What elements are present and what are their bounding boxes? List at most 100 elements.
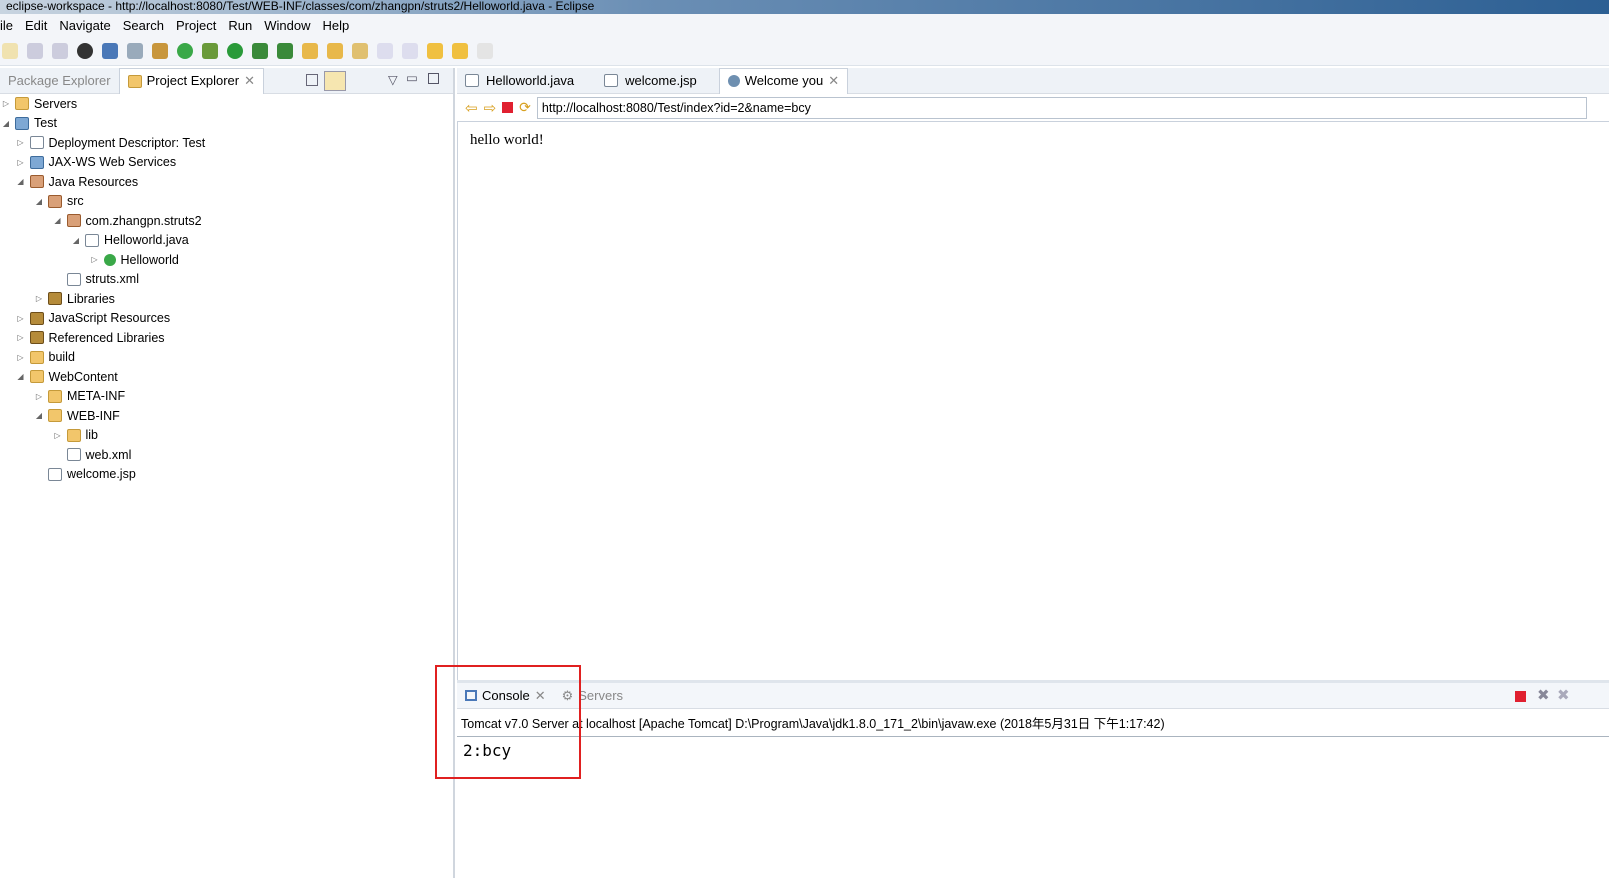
prev-annotation-icon[interactable] bbox=[402, 42, 418, 59]
tree-item-label: com.zhangpn.struts2 bbox=[85, 213, 202, 228]
menu-bar: ile Edit Navigate Search Project Run Win… bbox=[0, 14, 1609, 36]
tab-welcome-jsp[interactable]: welcome.jsp bbox=[596, 68, 705, 94]
menu-help[interactable]: Help bbox=[317, 18, 356, 33]
run-server-icon[interactable] bbox=[252, 42, 268, 59]
search-pen-icon[interactable] bbox=[352, 42, 368, 59]
back-icon[interactable] bbox=[452, 42, 468, 59]
folder-icon bbox=[48, 409, 62, 423]
expand-toggle-icon[interactable]: ▷ bbox=[15, 314, 27, 323]
tree-item[interactable]: ◢ WEB-INF bbox=[0, 406, 453, 426]
url-input[interactable] bbox=[536, 96, 1587, 119]
menu-file[interactable]: ile bbox=[0, 18, 19, 33]
tree-item[interactable]: ▷ build bbox=[0, 348, 453, 368]
tree-item-label: Servers bbox=[34, 96, 78, 111]
link-editor-icon[interactable] bbox=[324, 71, 346, 91]
tree-item-label: Libraries bbox=[67, 291, 115, 306]
expand-toggle-icon[interactable]: ◢ bbox=[0, 119, 12, 128]
lib-icon bbox=[48, 292, 62, 306]
expand-toggle-icon[interactable]: ▷ bbox=[15, 138, 27, 147]
tree-item[interactable]: ▷ Libraries bbox=[0, 289, 453, 309]
profile-icon[interactable] bbox=[77, 42, 93, 59]
tree-item[interactable]: ◢ com.zhangpn.struts2 bbox=[0, 211, 453, 231]
expand-toggle-icon[interactable]: ▷ bbox=[15, 333, 27, 342]
tree-item[interactable]: web.xml bbox=[0, 445, 453, 465]
tree-item[interactable]: ◢ Helloworld.java bbox=[0, 231, 453, 251]
project-tree: ▷ Servers ◢ Test ▷ Deployment Descriptor: Tes… bbox=[0, 94, 453, 484]
expand-toggle-icon[interactable]: ◢ bbox=[70, 236, 82, 245]
remove-launch-icon[interactable]: ✖ bbox=[1537, 686, 1550, 704]
refresh-icon[interactable]: ⟳ bbox=[519, 99, 531, 116]
tree-item[interactable]: ▷ Helloworld bbox=[0, 250, 453, 270]
terminate-icon[interactable] bbox=[1515, 691, 1526, 702]
stop-server-icon[interactable] bbox=[277, 42, 293, 59]
tree-item[interactable]: ◢ src bbox=[0, 192, 453, 212]
refresh-icon[interactable] bbox=[177, 42, 193, 59]
package-icon[interactable] bbox=[152, 42, 168, 59]
tree-item[interactable]: ◢ Test bbox=[0, 114, 453, 134]
run-icon[interactable] bbox=[227, 42, 243, 59]
forward-icon[interactable]: ⇨ bbox=[484, 99, 497, 117]
tab-package-explorer[interactable]: Package Explorer bbox=[0, 68, 119, 94]
tree-item[interactable]: struts.xml bbox=[0, 270, 453, 290]
forward-icon[interactable] bbox=[477, 42, 493, 59]
tab-project-explorer[interactable]: Project Explorer ✕ bbox=[118, 67, 265, 94]
tab-welcome-you[interactable]: Welcome you ✕ bbox=[718, 67, 849, 94]
next-annotation-icon[interactable] bbox=[377, 42, 393, 59]
tree-item[interactable]: ▷ JavaScript Resources bbox=[0, 309, 453, 329]
menu-navigate[interactable]: Navigate bbox=[53, 18, 116, 33]
expand-toggle-icon[interactable]: ◢ bbox=[15, 372, 27, 381]
file-icon bbox=[48, 467, 62, 481]
stop-icon[interactable] bbox=[502, 102, 514, 113]
skip-breakpoints-icon[interactable] bbox=[127, 42, 143, 59]
expand-toggle-icon[interactable]: ◢ bbox=[52, 216, 64, 225]
debug-icon[interactable] bbox=[202, 42, 218, 59]
last-edit-icon[interactable] bbox=[427, 42, 443, 59]
tree-item-label: META-INF bbox=[67, 389, 126, 404]
expand-toggle-icon[interactable]: ◢ bbox=[33, 411, 45, 420]
tree-item[interactable]: ▷ Servers bbox=[0, 94, 453, 114]
close-icon[interactable]: ✕ bbox=[828, 68, 839, 94]
menu-window[interactable]: Window bbox=[258, 18, 316, 33]
view-menu-icon[interactable]: ▽ bbox=[388, 72, 398, 87]
expand-toggle-icon[interactable]: ◢ bbox=[15, 177, 27, 186]
console-icon[interactable] bbox=[102, 42, 118, 59]
tree-item[interactable]: welcome.jsp bbox=[0, 465, 453, 485]
tree-item-label: WebContent bbox=[48, 369, 118, 384]
console-process-label: Tomcat v7.0 Server at localhost [Apache … bbox=[457, 709, 1609, 737]
back-icon[interactable]: ⇦ bbox=[465, 99, 478, 117]
tree-item[interactable]: ▷ META-INF bbox=[0, 387, 453, 407]
expand-toggle-icon[interactable]: ▷ bbox=[15, 353, 27, 362]
tree-item[interactable]: ▷ lib bbox=[0, 426, 453, 446]
minimize-icon[interactable]: ▭ bbox=[406, 70, 418, 85]
expand-toggle-icon[interactable]: ▷ bbox=[15, 158, 27, 167]
tree-item[interactable]: ◢ Java Resources bbox=[0, 172, 453, 192]
tree-item[interactable]: ▷ JAX-WS Web Services bbox=[0, 153, 453, 173]
tree-item[interactable]: ▷ Deployment Descriptor: Test bbox=[0, 133, 453, 153]
console-output[interactable]: 2:bcy bbox=[457, 737, 1609, 764]
tab-label: Helloworld.java bbox=[486, 72, 575, 88]
expand-toggle-icon[interactable]: ▷ bbox=[33, 294, 45, 303]
expand-toggle-icon[interactable]: ◢ bbox=[33, 197, 45, 206]
expand-toggle-icon[interactable]: ▷ bbox=[52, 431, 64, 440]
expand-toggle-icon[interactable]: ▷ bbox=[89, 255, 101, 264]
save-all-icon[interactable] bbox=[52, 42, 68, 59]
tree-item-label: web.xml bbox=[85, 447, 132, 462]
menu-project[interactable]: Project bbox=[170, 18, 222, 33]
menu-edit[interactable]: Edit bbox=[19, 18, 53, 33]
close-icon[interactable]: ✕ bbox=[244, 68, 255, 94]
collapse-all-icon[interactable] bbox=[306, 74, 318, 86]
new-icon[interactable] bbox=[2, 42, 18, 59]
tab-helloworld-java[interactable]: Helloworld.java bbox=[457, 68, 582, 94]
tree-item[interactable]: ◢ WebContent bbox=[0, 367, 453, 387]
menu-search[interactable]: Search bbox=[117, 18, 170, 33]
folder-icon bbox=[29, 350, 44, 364]
expand-toggle-icon[interactable]: ▷ bbox=[33, 392, 45, 401]
tree-item[interactable]: ▷ Referenced Libraries bbox=[0, 328, 453, 348]
remove-all-icon[interactable]: ✖ bbox=[1557, 686, 1570, 704]
maximize-icon[interactable] bbox=[428, 73, 439, 84]
open-type-icon[interactable] bbox=[302, 42, 318, 59]
open-folder-icon[interactable] bbox=[327, 42, 343, 59]
expand-toggle-icon[interactable]: ▷ bbox=[0, 99, 12, 108]
save-icon[interactable] bbox=[27, 42, 43, 59]
menu-run[interactable]: Run bbox=[222, 18, 258, 33]
